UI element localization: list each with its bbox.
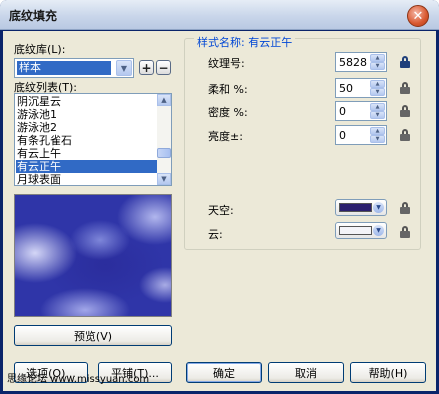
lock-icon[interactable] xyxy=(399,226,411,239)
list-item[interactable]: 月球表面 xyxy=(16,173,157,185)
texture-preview xyxy=(14,194,172,317)
spin-down-icon[interactable]: ▼ xyxy=(370,135,385,143)
lock-icon[interactable] xyxy=(399,202,411,215)
sky-color-swatch xyxy=(339,203,372,212)
list-item[interactable]: 有云上午 xyxy=(16,147,157,160)
add-library-button[interactable]: + xyxy=(139,60,154,75)
chevron-down-icon: ▼ xyxy=(373,202,384,213)
spin-up-icon[interactable]: ▲ xyxy=(370,127,385,135)
help-button[interactable]: 帮助(H) xyxy=(350,362,426,383)
spin-up-icon[interactable]: ▲ xyxy=(370,103,385,111)
spin-down-icon[interactable]: ▼ xyxy=(370,62,385,70)
softness-value[interactable]: 50 xyxy=(339,82,353,95)
chevron-down-icon: ▼ xyxy=(373,225,384,236)
list-item-selected[interactable]: 有云正午 xyxy=(15,159,158,174)
library-dropdown[interactable]: 样本 ▼ xyxy=(14,58,134,78)
brightness-label: 亮度±: xyxy=(208,130,243,143)
spin-up-icon[interactable]: ▲ xyxy=(370,80,385,88)
ok-button[interactable]: 确定 xyxy=(186,362,262,383)
lock-icon[interactable] xyxy=(399,56,411,69)
softness-label: 柔和 %: xyxy=(208,83,248,96)
chevron-down-icon[interactable]: ▼ xyxy=(116,60,132,76)
sky-label: 天空: xyxy=(208,204,234,217)
lock-icon[interactable] xyxy=(399,105,411,118)
density-spinner[interactable]: 0 ▲ ▼ xyxy=(335,101,387,121)
spin-down-icon[interactable]: ▼ xyxy=(370,111,385,119)
lock-icon[interactable] xyxy=(399,82,411,95)
density-label: 密度 %: xyxy=(208,106,248,119)
cloud-color-swatch xyxy=(339,226,372,235)
watermark: 思缘论坛 www.missyuan.com xyxy=(7,374,150,385)
minus-icon: − xyxy=(158,60,169,75)
texture-no-value[interactable]: 5828 xyxy=(339,56,367,69)
cloud-label: 云: xyxy=(208,228,223,241)
sky-color-picker[interactable]: ▼ xyxy=(335,199,387,216)
spin-down-icon[interactable]: ▼ xyxy=(370,88,385,96)
spin-up-icon[interactable]: ▲ xyxy=(370,54,385,62)
preview-button[interactable]: 预览(V) xyxy=(14,325,172,346)
texture-fill-dialog: 底纹填充 ✕ 底纹库(L): 样本 ▼ + − 底纹列表(T): 阴沉星云 游泳… xyxy=(0,0,439,394)
texture-no-label: 纹理号: xyxy=(208,57,245,70)
title-bar[interactable]: 底纹填充 ✕ xyxy=(0,0,439,30)
scroll-down-icon[interactable]: ▼ xyxy=(157,173,171,185)
window-title: 底纹填充 xyxy=(9,9,58,23)
list-item[interactable]: 游泳池2 xyxy=(16,121,157,134)
scroll-up-icon[interactable]: ▲ xyxy=(157,94,171,106)
brightness-value[interactable]: 0 xyxy=(339,129,346,142)
style-name-title: 样式名称: 有云正午 xyxy=(194,34,296,50)
texture-listbox[interactable]: 阴沉星云 游泳池1 游泳池2 有条孔雀石 有云上午 有云正午 月球表面 ▲ ▼ xyxy=(14,93,172,186)
cloud-color-picker[interactable]: ▼ xyxy=(335,222,387,239)
plus-icon: + xyxy=(141,60,152,75)
library-selected-value: 样本 xyxy=(17,61,111,75)
close-button[interactable]: ✕ xyxy=(407,5,429,27)
close-icon: ✕ xyxy=(412,8,424,24)
dialog-body: 底纹库(L): 样本 ▼ + − 底纹列表(T): 阴沉星云 游泳池1 游泳池2… xyxy=(3,31,436,391)
list-item[interactable]: 阴沉星云 xyxy=(16,95,157,108)
density-value[interactable]: 0 xyxy=(339,105,346,118)
cancel-button[interactable]: 取消 xyxy=(268,362,344,383)
scroll-thumb[interactable] xyxy=(157,148,171,158)
remove-library-button[interactable]: − xyxy=(156,60,171,75)
softness-spinner[interactable]: 50 ▲ ▼ xyxy=(335,78,387,98)
brightness-spinner[interactable]: 0 ▲ ▼ xyxy=(335,125,387,145)
texture-no-spinner[interactable]: 5828 ▲ ▼ xyxy=(335,52,387,72)
list-scrollbar[interactable]: ▲ ▼ xyxy=(157,94,171,185)
lock-icon[interactable] xyxy=(399,129,411,142)
list-item[interactable]: 游泳池1 xyxy=(16,108,157,121)
list-item[interactable]: 有条孔雀石 xyxy=(16,134,157,147)
library-label: 底纹库(L): xyxy=(14,43,66,56)
